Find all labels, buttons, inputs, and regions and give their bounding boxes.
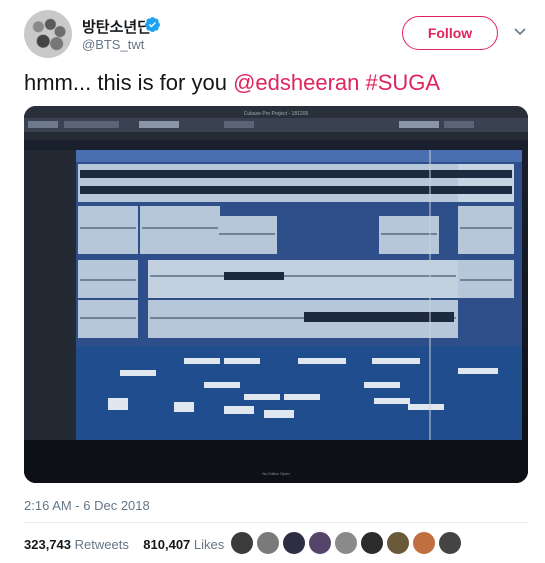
tweet-text: hmm... this is for you @edsheeran #SUGA <box>24 70 440 96</box>
tweet-body: hmm... this is for you <box>24 70 234 95</box>
tweet-photo[interactable]: Cubase Pro Project - 181206 No Editor Op… <box>24 106 528 483</box>
tweet-stats: 323,743 Retweets 810,407 Likes <box>24 537 224 552</box>
liker-avatar[interactable] <box>230 531 254 555</box>
retweets-label[interactable]: Retweets <box>75 537 129 552</box>
window-title: Cubase Pro Project - 181206 <box>244 111 309 117</box>
liker-avatar[interactable] <box>282 531 306 555</box>
liker-avatar[interactable] <box>256 531 280 555</box>
liker-avatar[interactable] <box>308 531 332 555</box>
user-handle[interactable]: @BTS_twt <box>82 37 144 52</box>
likes-label[interactable]: Likes <box>194 537 224 552</box>
liker-avatar[interactable] <box>412 531 436 555</box>
likes-count[interactable]: 810,407 <box>143 537 190 552</box>
display-name[interactable]: 방탄소년단 <box>82 16 151 37</box>
liker-avatar[interactable] <box>334 531 358 555</box>
hashtag-link[interactable]: #SUGA <box>366 70 441 95</box>
liker-avatar[interactable] <box>360 531 384 555</box>
chevron-down-icon[interactable] <box>511 22 529 40</box>
divider-top <box>24 522 529 523</box>
liker-avatar[interactable] <box>386 531 410 555</box>
tweet-timestamp[interactable]: 2:16 AM - 6 Dec 2018 <box>24 498 150 513</box>
profile-avatar[interactable] <box>24 10 72 58</box>
daw-screen-photo: Cubase Pro Project - 181206 No Editor Op… <box>24 106 528 483</box>
follow-button[interactable]: Follow <box>402 16 498 50</box>
mention-link[interactable]: @edsheeran <box>233 70 359 95</box>
no-editor-label: No Editor Open <box>262 471 290 476</box>
liker-avatar[interactable] <box>438 531 462 555</box>
verified-badge-icon <box>145 17 160 33</box>
tweet-header: 방탄소년단 @BTS_twt Follow <box>24 10 529 58</box>
retweets-count[interactable]: 323,743 <box>24 537 71 552</box>
